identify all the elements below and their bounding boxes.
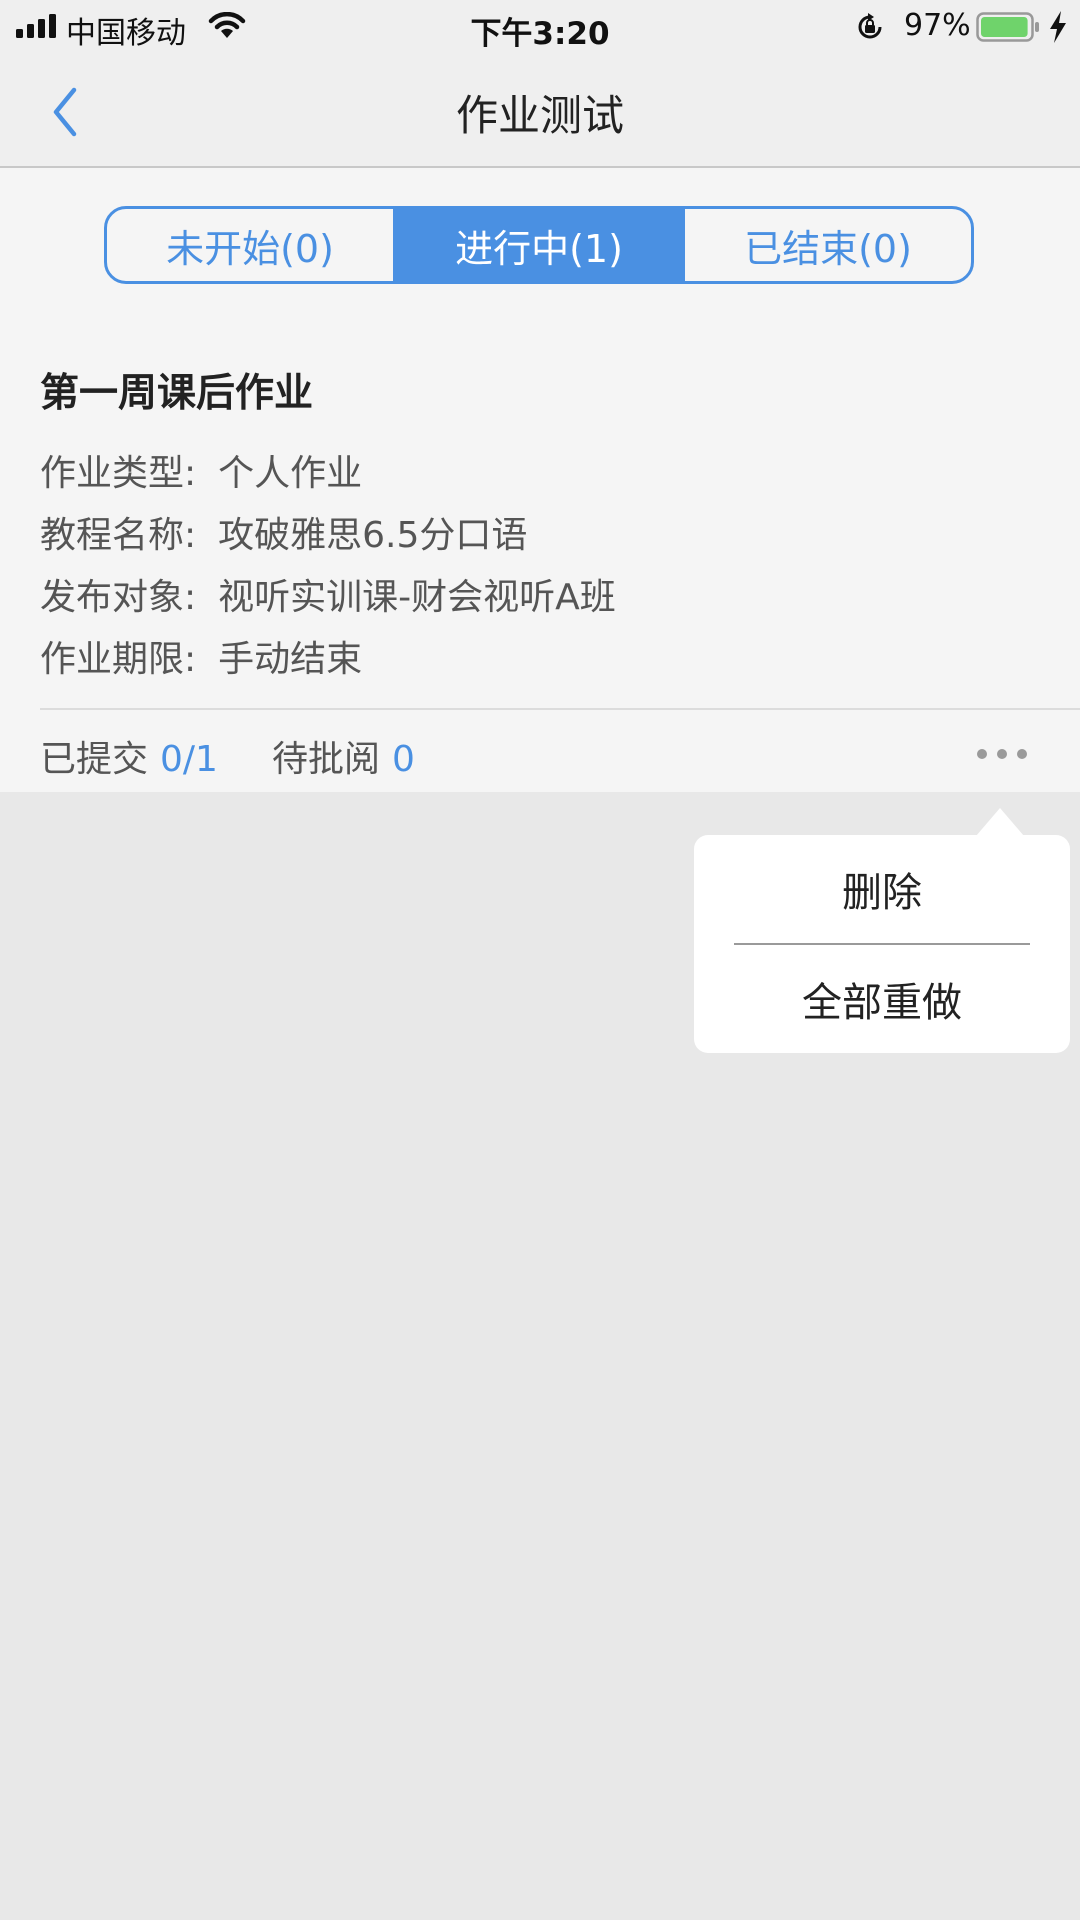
delete-button[interactable]: 删除: [694, 835, 1070, 943]
page-title: 作业测试: [455, 91, 624, 140]
submitted-label: 已提交: [40, 739, 149, 780]
pending-label: 待批阅: [271, 739, 380, 780]
battery-percent: 97%: [904, 8, 971, 43]
status-bar: 中国移动 下午3:20 97%: [0, 0, 1080, 54]
info-value: 视听实训课-财会视听A班: [218, 577, 616, 618]
assignment-panel: 未开始(0) 进行中(1) 已结束(0) 第一周课后作业 作业类型: 个人作业 教…: [0, 168, 1080, 792]
pending-count: 0: [391, 739, 415, 780]
info-label: 作业类型:: [40, 453, 197, 494]
info-row-deadline: 作业期限: 手动结束: [40, 630, 362, 682]
status-tabs: 未开始(0) 进行中(1) 已结束(0): [104, 206, 974, 284]
info-row-type: 作业类型: 个人作业: [40, 444, 362, 496]
info-label: 发布对象:: [40, 577, 197, 618]
rotation-lock-icon: [858, 13, 882, 39]
popup-arrow: [976, 808, 1024, 836]
info-row-course: 教程名称: 攻破雅思6.5分口语: [40, 506, 527, 558]
submitted-count: 0/1: [160, 739, 218, 780]
info-value: 手动结束: [218, 639, 363, 680]
assignment-stats: 已提交 0/1 待批阅 0: [40, 730, 415, 782]
charging-bolt-icon: [1050, 11, 1066, 43]
info-label: 作业期限:: [40, 639, 197, 680]
tab-in-progress[interactable]: 进行中(1): [393, 209, 682, 281]
info-value: 攻破雅思6.5分口语: [218, 515, 528, 556]
navigation-bar: 作业测试: [0, 54, 1080, 168]
more-dots-icon[interactable]: [976, 744, 1028, 764]
info-label: 教程名称:: [40, 515, 197, 556]
tab-finished[interactable]: 已结束(0): [682, 209, 971, 281]
info-row-target: 发布对象: 视听实训课-财会视听A班: [40, 568, 616, 620]
more-actions-menu: 删除 全部重做: [694, 835, 1070, 1053]
assignment-title[interactable]: 第一周课后作业: [40, 362, 313, 418]
divider: [40, 708, 1080, 710]
info-value: 个人作业: [218, 453, 363, 494]
tab-not-started[interactable]: 未开始(0): [107, 209, 393, 281]
redo-all-button[interactable]: 全部重做: [694, 945, 1070, 1053]
battery-icon: [976, 12, 1039, 42]
